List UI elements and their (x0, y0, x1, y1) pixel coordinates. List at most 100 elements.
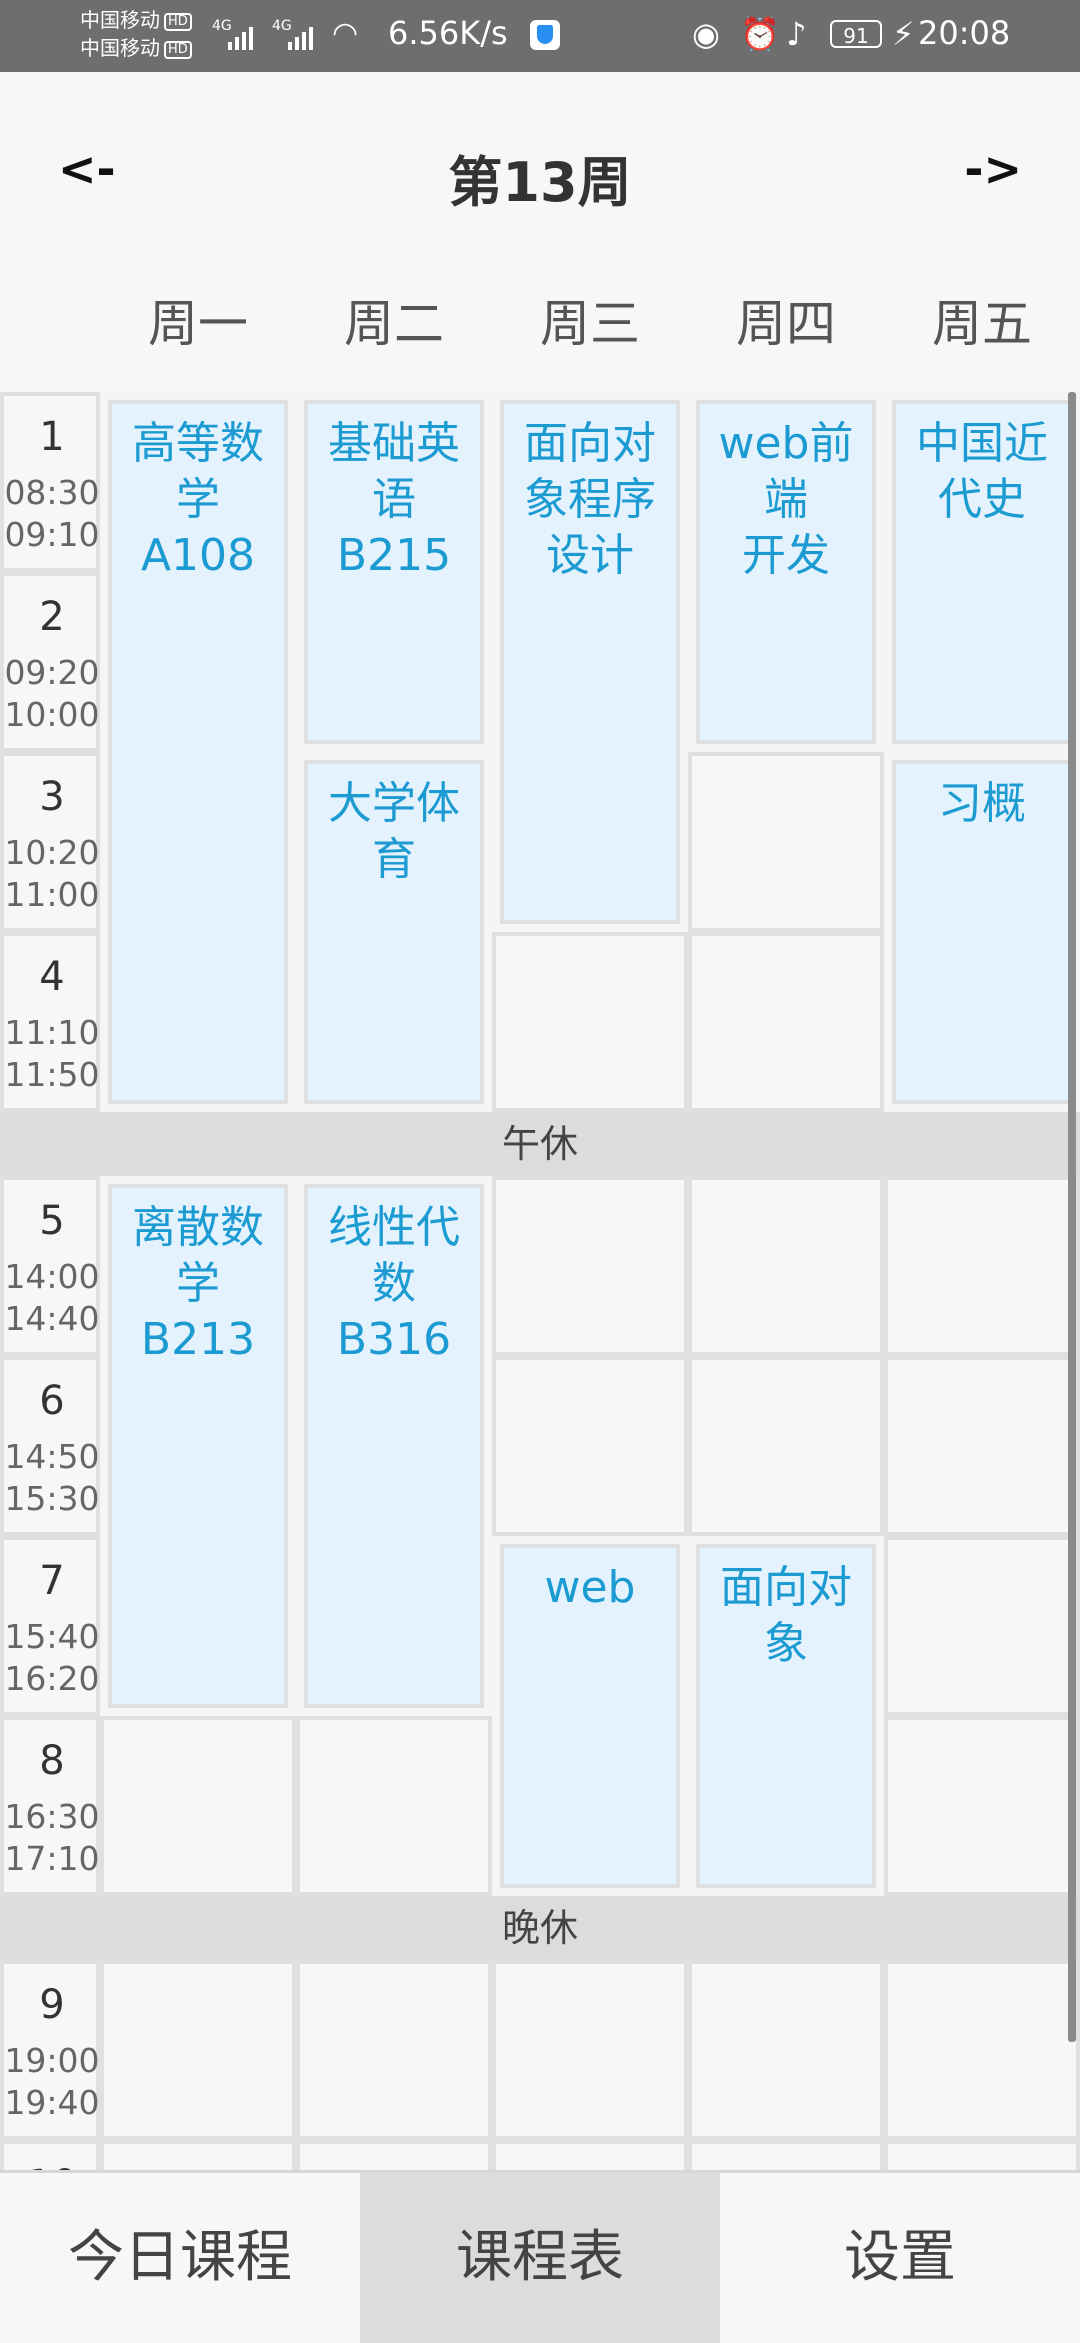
empty-slot[interactable] (296, 2140, 492, 2170)
period-number: 6 (39, 1378, 65, 1424)
empty-slot[interactable] (688, 2140, 884, 2170)
empty-slot[interactable] (492, 2140, 688, 2170)
period-time-range: 14:50 15:30 (4, 1436, 100, 1520)
course-name: 中国近 代史 (916, 418, 1048, 525)
course-card[interactable]: 习概 (884, 752, 1080, 1112)
period-time-range: 16:30 17:10 (4, 1796, 100, 1880)
period-time-range: 19:00 19:40 (4, 2040, 100, 2124)
eye-icon: ◉ (692, 15, 720, 53)
course-card[interactable]: 离散数 学 B213 (100, 1176, 296, 1716)
period-cell: 5 14:00 14:40 (0, 1176, 100, 1356)
period-number: 9 (39, 1982, 65, 2028)
period-time-range: 11:10 11:50 (4, 1012, 100, 1096)
course-name: 大学体 育 (328, 778, 460, 885)
empty-slot[interactable] (884, 1536, 1080, 1716)
charging-icon: ⚡ (892, 15, 915, 53)
carrier-1: 中国移动 (80, 8, 160, 32)
course-card[interactable]: 基础英 语 B215 (296, 392, 492, 752)
week-header: <- 第13周 -> 周一 周二 周三 周四 周五 (0, 72, 1080, 392)
period-end-time: 10:00 (4, 695, 100, 734)
period-end-time: 14:40 (4, 1299, 100, 1338)
net-speed: 6.56K/s (388, 14, 508, 52)
hd-badge-2: HD (164, 40, 192, 59)
period-end-time: 11:50 (4, 1055, 100, 1094)
day-header-fri: 周五 (932, 295, 1032, 353)
period-start-time: 08:30 (4, 473, 100, 512)
empty-slot[interactable] (100, 1716, 296, 1896)
tab-settings[interactable]: 设置 (720, 2173, 1080, 2343)
period-start-time: 10:20 (4, 833, 100, 872)
bottom-nav: 今日课程 课程表 设置 (0, 2170, 1080, 2343)
empty-slot[interactable] (884, 1716, 1080, 1896)
empty-slot[interactable] (296, 1716, 492, 1896)
period-end-time: 15:30 (4, 1479, 100, 1518)
period-number: 5 (39, 1198, 65, 1244)
course-name: 线性代 数 B316 (328, 1202, 460, 1365)
period-cell: 3 10:20 11:00 (0, 752, 100, 932)
period-end-time: 19:40 (4, 2083, 100, 2122)
empty-slot[interactable] (100, 2140, 296, 2170)
empty-slot[interactable] (100, 1960, 296, 2140)
period-start-time: 11:10 (4, 1013, 100, 1052)
empty-slot[interactable] (688, 932, 884, 1112)
empty-slot[interactable] (884, 2140, 1080, 2170)
empty-slot[interactable] (296, 1960, 492, 2140)
empty-slot[interactable] (688, 752, 884, 932)
empty-slot[interactable] (492, 932, 688, 1112)
period-end-time: 11:00 (4, 875, 100, 914)
mute-icon: ♪ (786, 15, 807, 53)
period-cell: 8 16:30 17:10 (0, 1716, 100, 1896)
weekday-row: 周一 周二 周三 周四 周五 (0, 284, 1080, 374)
week-title: 第13周 (448, 151, 632, 214)
period-end-time: 17:10 (4, 1839, 100, 1878)
course-card[interactable]: 面向对 象程序 设计 (492, 392, 688, 932)
empty-slot[interactable] (688, 1176, 884, 1356)
day-header-wed: 周三 (540, 295, 640, 353)
empty-slot[interactable] (492, 1356, 688, 1536)
period-number: 10 (4, 2162, 100, 2170)
timetable-grid[interactable]: 午休 晚休 1 08:30 09:10 2 09:20 10:00 3 10:20 11:00 4… (0, 392, 1080, 2170)
carrier-info: 中国移动 HD 中国移动 HD (80, 6, 192, 62)
course-name: 习概 (938, 778, 1026, 829)
empty-slot[interactable] (884, 1960, 1080, 2140)
period-end-time: 16:20 (4, 1659, 100, 1698)
period-start-time: 19:00 (4, 2041, 100, 2080)
wifi-icon: ◠ (332, 16, 359, 51)
carrier-2: 中国移动 (80, 36, 160, 60)
signal-icon (228, 22, 253, 50)
tab-timetable[interactable]: 课程表 (360, 2173, 720, 2343)
course-card[interactable]: 面向对 象 (688, 1536, 884, 1896)
course-name: 基础英 语 B215 (328, 418, 460, 581)
status-bar: 中国移动 HD 中国移动 HD 4G 4G ◠ 6.56K/s ◉ ⏰ ♪ 91 ⚡… (0, 0, 1080, 72)
course-card[interactable]: web前端 开发 (688, 392, 884, 752)
day-header-thu: 周四 (736, 295, 836, 353)
period-cell: 9 19:00 19:40 (0, 1960, 100, 2140)
course-card[interactable]: 中国近 代史 (884, 392, 1080, 752)
empty-slot[interactable] (884, 1356, 1080, 1536)
period-start-time: 14:00 (4, 1257, 100, 1296)
status-time: 20:08 (918, 14, 1011, 52)
tab-today[interactable]: 今日课程 (0, 2173, 360, 2343)
empty-slot[interactable] (492, 1960, 688, 2140)
period-cell: 4 11:10 11:50 (0, 932, 100, 1112)
period-cell: 2 09:20 10:00 (0, 572, 100, 752)
period-start-time: 09:20 (4, 653, 100, 692)
empty-slot[interactable] (884, 1176, 1080, 1356)
course-card[interactable]: 线性代 数 B316 (296, 1176, 492, 1716)
period-start-time: 15:40 (4, 1617, 100, 1656)
next-week-button[interactable]: -> (964, 142, 1022, 196)
empty-slot[interactable] (688, 1960, 884, 2140)
scrollbar[interactable] (1068, 392, 1076, 2042)
empty-slot[interactable] (688, 1356, 884, 1536)
period-start-time: 16:30 (4, 1797, 100, 1836)
course-card[interactable]: 高等数 学 A108 (100, 392, 296, 1112)
course-name: 高等数 学 A108 (132, 418, 264, 581)
course-name: 面向对 象 (720, 1562, 852, 1669)
noon-break-bar: 午休 (0, 1112, 1080, 1176)
empty-slot[interactable] (492, 1176, 688, 1356)
shield-icon (530, 20, 560, 50)
period-cell: 1 08:30 09:10 (0, 392, 100, 572)
alarm-icon: ⏰ (740, 15, 780, 53)
course-card[interactable]: 大学体 育 (296, 752, 492, 1112)
course-card[interactable]: web (492, 1536, 688, 1896)
